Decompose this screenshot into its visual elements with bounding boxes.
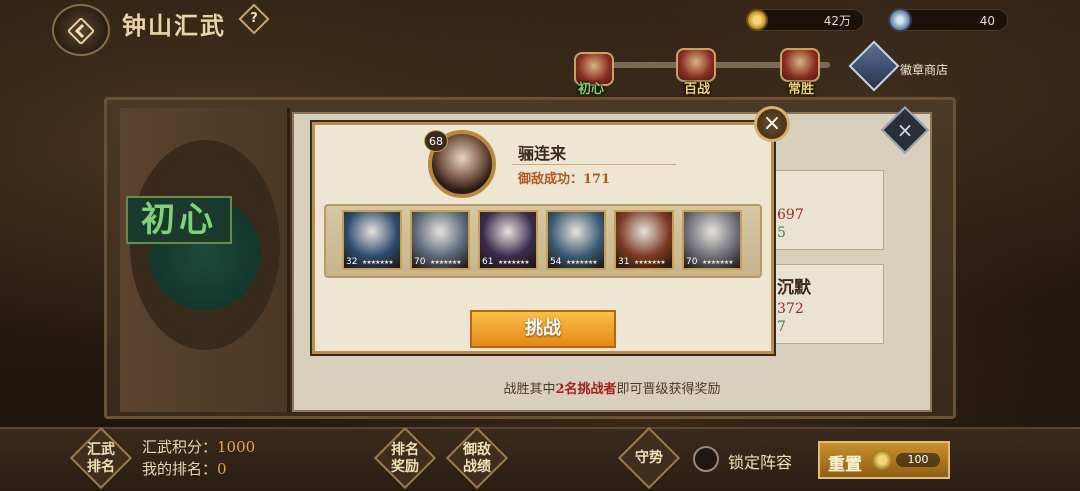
tier-label-3: 常胜	[788, 82, 815, 97]
hero-portrait[interactable]: 61 ★★★★★★★	[478, 210, 538, 270]
challenge-button[interactable]: 挑战	[470, 310, 616, 348]
hero-stars: ★★★★★★★	[566, 259, 598, 266]
hint-text: 战胜其中	[503, 382, 556, 397]
challenger-card-name: 沉默	[777, 278, 811, 298]
score-line: 汇武积分：1000	[142, 436, 255, 457]
gold-coin-icon	[746, 9, 768, 31]
dialog-close-button[interactable]: ×	[754, 106, 790, 142]
hero-portrait[interactable]: 31 ★★★★★★★	[614, 210, 674, 270]
defense-value: 171	[583, 172, 611, 187]
score-label: 汇武积分：	[142, 438, 218, 456]
ranking-label[interactable]: 汇武排名	[83, 442, 119, 476]
tier-label-2: 百战	[684, 82, 711, 97]
coin-icon	[872, 450, 892, 470]
defense-record-label[interactable]: 御敌战绩	[459, 442, 495, 476]
help-icon: ?	[250, 11, 258, 26]
defense-label: 御敌成功：	[518, 172, 584, 187]
hero-portrait[interactable]: 70 ★★★★★★★	[682, 210, 742, 270]
rank-line: 我的排名：0	[142, 458, 227, 479]
close-icon: ×	[896, 118, 914, 142]
gold-counter: 42万	[752, 9, 864, 31]
challenger-card-value: 372	[777, 301, 804, 317]
gem-amount: 40	[979, 14, 995, 28]
promotion-hint: 战胜其中2名挑战者即可晋级获得奖励	[292, 378, 932, 397]
lock-lineup-toggle[interactable]	[693, 446, 719, 472]
hero-stars: ★★★★★★★	[634, 259, 666, 266]
hint-text: 即可晋级获得奖励	[616, 382, 721, 397]
hero-level: 32	[346, 257, 358, 267]
hero-portrait[interactable]: 70 ★★★★★★★	[410, 210, 470, 270]
tier-label-1: 初心	[578, 82, 605, 97]
challenger-card-value: 5	[777, 225, 786, 241]
tier-chest-icon[interactable]	[780, 48, 820, 82]
hero-stars: ★★★★★★★	[430, 259, 462, 266]
challenger-card-value: 697	[777, 207, 804, 223]
challenger-card[interactable]: 沉默 372 7	[772, 264, 884, 344]
lock-lineup-label[interactable]: 锁定阵容	[728, 449, 792, 473]
score-value: 1000	[217, 438, 256, 456]
opponent-level: 68	[424, 130, 448, 152]
rank-value: 0	[217, 460, 227, 478]
rank-label: 我的排名：	[142, 460, 218, 478]
gold-amount: 42万	[823, 14, 851, 28]
hero-level: 31	[618, 257, 630, 267]
tier-chest-icon[interactable]	[676, 48, 716, 82]
hero-level: 70	[686, 257, 698, 267]
reset-label[interactable]: 重置	[828, 450, 862, 475]
rank-reward-label[interactable]: 排名奖励	[387, 442, 423, 476]
gem-icon	[888, 8, 912, 32]
opponent-defense-wins: 御敌成功：171	[518, 168, 610, 187]
page-title: 钟山汇武	[122, 11, 226, 40]
hero-stars: ★★★★★★★	[498, 259, 530, 266]
reset-cost: 100	[896, 453, 940, 467]
hint-highlight: 2名挑战者	[555, 382, 617, 397]
guard-label[interactable]: 守势	[631, 450, 667, 467]
back-arrow-icon	[68, 18, 94, 44]
challenger-card-value: 7	[777, 319, 786, 335]
hero-stars: ★★★★★★★	[362, 259, 394, 266]
opponent-name: 骊连来	[518, 144, 567, 163]
hero-level: 61	[482, 257, 494, 267]
hero-portrait[interactable]: 32 ★★★★★★★	[342, 210, 402, 270]
current-tier-badge: 初心	[126, 196, 232, 244]
hero-portrait[interactable]: 54 ★★★★★★★	[546, 210, 606, 270]
divider	[512, 164, 676, 165]
tier-emblem	[130, 140, 280, 350]
back-button[interactable]	[52, 4, 110, 56]
badge-shop-label[interactable]: 徽章商店	[900, 61, 948, 78]
hero-stars: ★★★★★★★	[702, 259, 734, 266]
hero-level: 70	[414, 257, 426, 267]
hero-level: 54	[550, 257, 562, 267]
challenger-card[interactable]: 697 5	[772, 170, 884, 250]
